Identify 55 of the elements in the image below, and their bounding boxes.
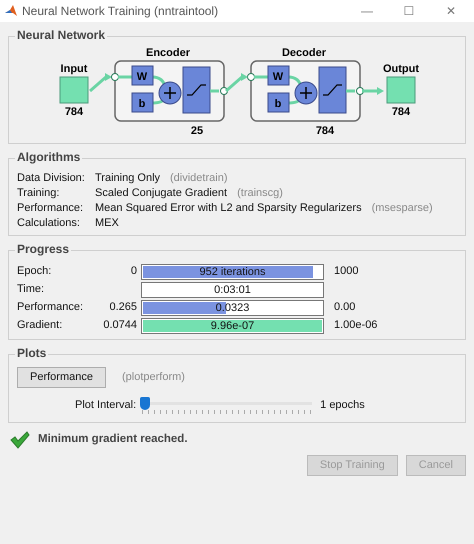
group-title: Neural Network <box>15 28 108 42</box>
connector-arrow <box>89 73 112 92</box>
app-logo-icon <box>4 4 18 18</box>
output-size: 784 <box>392 106 410 118</box>
input-node <box>60 76 88 104</box>
slider-label: Plot Interval: <box>75 398 136 412</box>
end-value: 1.00e-06 <box>334 319 378 333</box>
layer-size: 25 <box>190 125 204 137</box>
progress-reading: 952 iterations <box>198 266 267 278</box>
field-label: Data Division: <box>17 171 86 186</box>
progress-label: Gradient: <box>17 319 64 333</box>
end-value: 1000 <box>334 265 358 279</box>
weight-label: W <box>272 71 284 83</box>
input-size: 784 <box>64 106 84 118</box>
start-value: 0.0744 <box>102 319 138 333</box>
close-button[interactable]: ✕ <box>432 4 470 18</box>
group-title: Algorithms <box>15 150 82 164</box>
field-value: Training Only <box>95 171 160 186</box>
field-value: Mean Squared Error with L2 and Sparsity Regularizers <box>95 201 362 216</box>
progress-reading: 9.96e-07 <box>210 320 256 332</box>
connector-arrow <box>225 73 248 92</box>
output-node <box>386 76 416 104</box>
function-name: (plotperform) <box>122 371 185 384</box>
bias-label: b <box>274 98 282 110</box>
field-label: Performance: <box>17 201 84 216</box>
layer-label: Decoder <box>282 47 326 59</box>
group-title: Plots <box>15 346 48 360</box>
group-title: Progress <box>15 242 72 256</box>
field-value: Scaled Conjugate Gradient <box>95 186 228 201</box>
connector-arrow <box>362 87 384 95</box>
window-title: Neural Network Training (nntraintool) <box>22 4 220 18</box>
function-name: (msesparse) <box>372 201 433 216</box>
field-label: Training: <box>17 186 60 201</box>
plot-button[interactable]: Performance <box>17 367 106 388</box>
start-value: 0.265 <box>108 301 138 315</box>
progress-label: Performance: <box>17 301 84 315</box>
weight-label: W <box>136 71 148 83</box>
progress-label: Epoch: <box>17 265 52 279</box>
slider-thumb[interactable] <box>140 397 150 410</box>
status-message: Minimum gradient reached. <box>38 433 188 448</box>
start-value: 0 <box>130 265 138 279</box>
end-value: 0.00 <box>334 301 356 315</box>
layer-label: Encoder <box>146 47 190 59</box>
function-name: (trainscg) <box>237 186 283 201</box>
input-label: Input <box>60 63 88 75</box>
output-label: Output <box>382 63 420 75</box>
function-name: (dividetrain) <box>170 171 228 186</box>
slider-reading: 1 epochs <box>320 398 365 412</box>
maximize-button[interactable]: ☐ <box>390 4 428 18</box>
minimize-button[interactable]: — <box>348 4 386 18</box>
bias-label: b <box>138 98 146 110</box>
field-value: MEX <box>95 216 119 231</box>
field-label: Calculations: <box>17 216 81 231</box>
layer-size: 784 <box>316 125 334 137</box>
progress-label: Time: <box>17 283 46 297</box>
